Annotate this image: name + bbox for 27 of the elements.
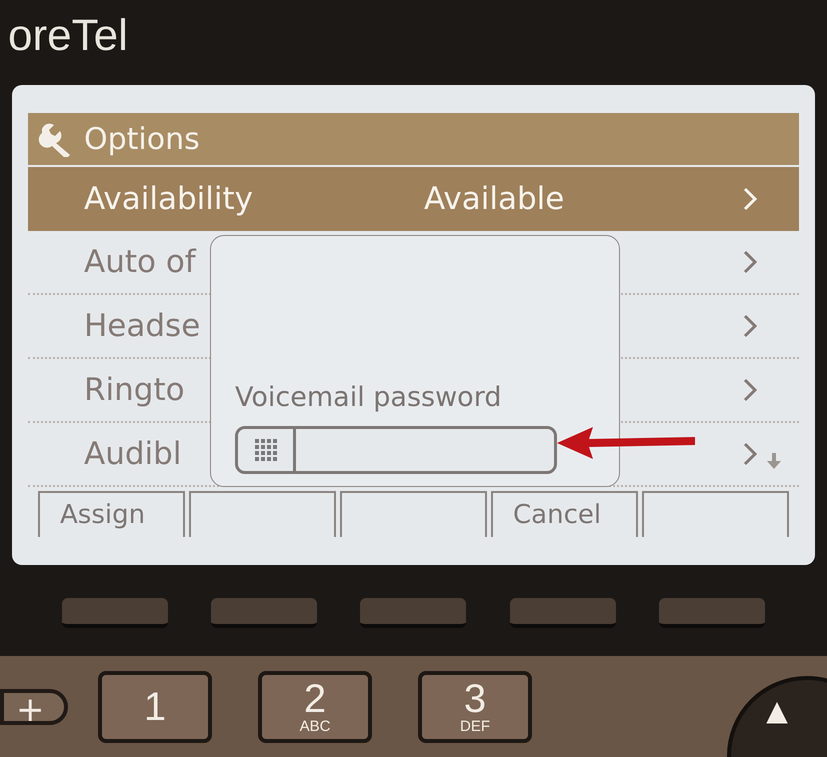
navigation-ring[interactable]: ▲ [727, 676, 827, 757]
menu-item[interactable]: Availability Available [28, 167, 799, 231]
softkey-label[interactable]: Assign [38, 491, 185, 537]
softkey-hardware-button[interactable] [510, 598, 616, 628]
chevron-icon [741, 313, 759, 339]
dial-key[interactable]: 1 [98, 670, 212, 742]
blank-softkey[interactable] [642, 491, 789, 537]
chevron-icon [741, 249, 759, 275]
softkey-hardware-button[interactable] [62, 598, 168, 628]
screen-title: Options [84, 120, 200, 158]
blank-softkey[interactable] [340, 491, 487, 537]
brand-logo-text: oreTel [8, 14, 128, 58]
keypad-icon [254, 439, 276, 461]
softkey-hardware-button[interactable] [659, 598, 766, 628]
dial-key[interactable]: 3 DEF [418, 670, 532, 742]
plus-key[interactable]: + [0, 688, 68, 724]
chevron-icon [741, 377, 759, 403]
password-field[interactable] [235, 426, 557, 474]
chevron-icon [741, 186, 759, 212]
softkey-hardware-button[interactable] [211, 598, 318, 628]
dialog-label: Voicemail password [235, 380, 502, 414]
blank-softkey[interactable] [189, 491, 336, 537]
softkey-label[interactable]: Cancel [491, 491, 638, 537]
scroll-down-arrow-icon [767, 453, 781, 469]
chevron-icon [741, 441, 759, 467]
softkey-hardware-button[interactable] [360, 598, 466, 628]
dial-key[interactable]: 2 ABC [258, 670, 372, 742]
